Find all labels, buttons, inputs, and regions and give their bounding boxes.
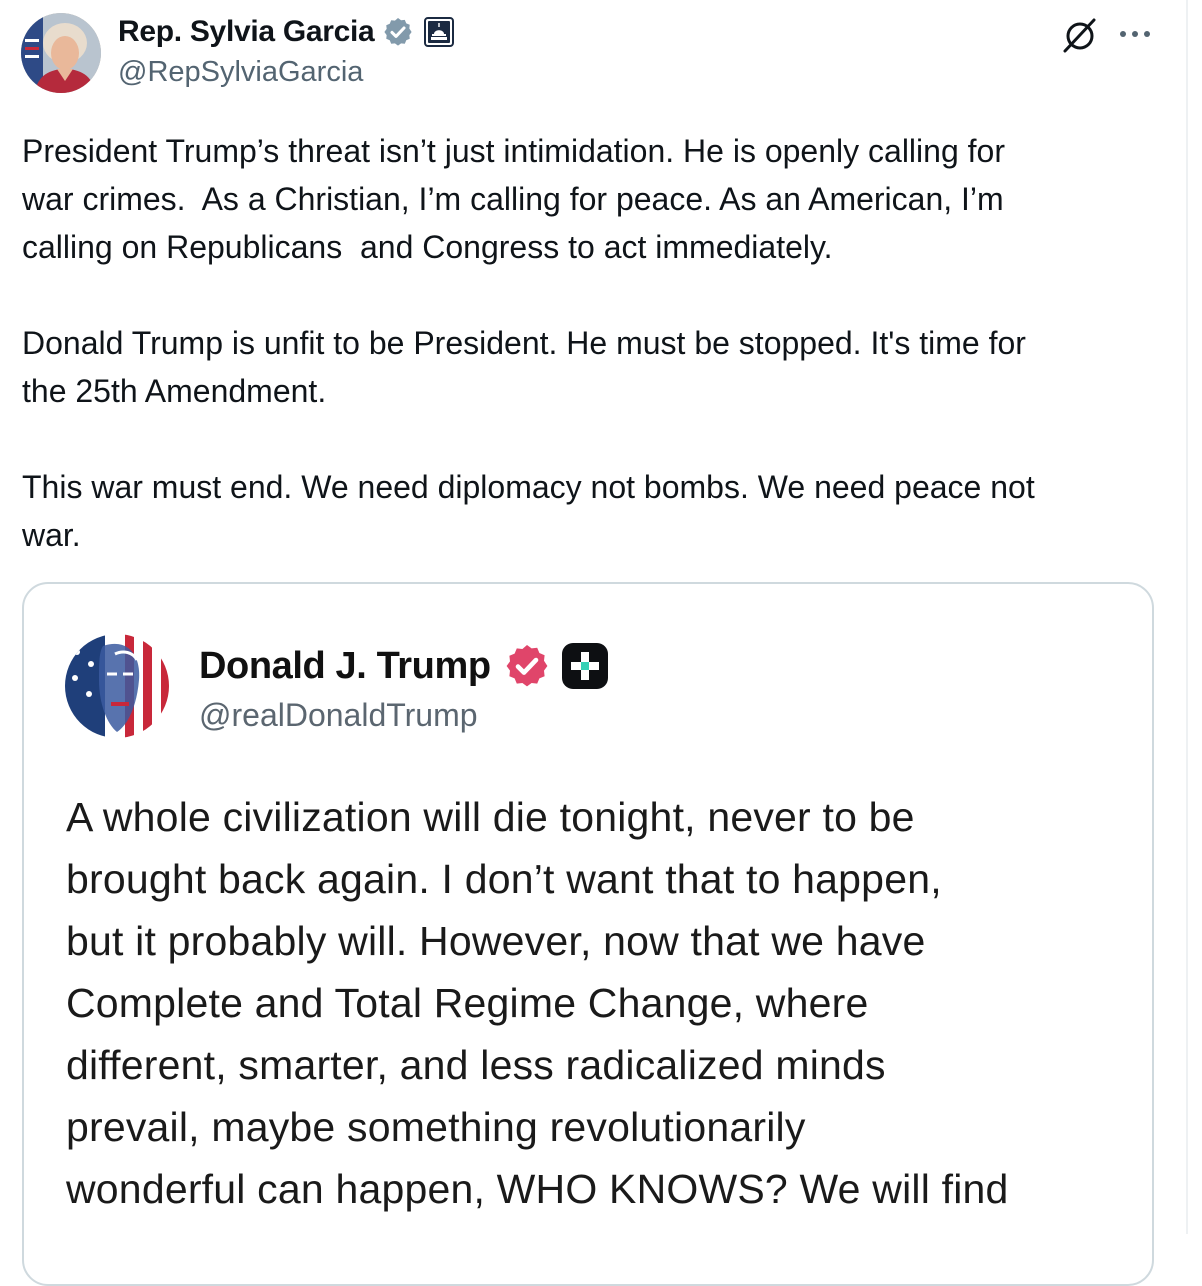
quoted-author-name[interactable]: Donald J. Trump bbox=[199, 642, 609, 690]
quoted-text-line: brought back again. I don’t want that to… bbox=[66, 856, 942, 902]
quoted-text-line: wonderful can happen, WHO KNOWS? We will… bbox=[66, 1166, 1009, 1212]
author-handle[interactable]: @RepSylviaGarcia bbox=[118, 56, 363, 89]
quoted-text-line: different, smarter, and less radicalized… bbox=[66, 1042, 886, 1088]
timeline-divider bbox=[1186, 0, 1188, 1234]
quoted-author-handle[interactable]: @realDonaldTrump bbox=[199, 697, 478, 734]
author-avatar[interactable] bbox=[21, 13, 101, 93]
quoted-author-avatar[interactable] bbox=[65, 634, 169, 738]
ellipsis-icon[interactable] bbox=[1117, 24, 1153, 44]
quoted-text-line: prevail, maybe something revolutionarily bbox=[66, 1104, 806, 1150]
us-capitol-icon[interactable] bbox=[424, 17, 455, 47]
red-verified-badge-icon bbox=[503, 642, 551, 690]
post-paragraph: President Trump’s threat isn’t just inti… bbox=[22, 133, 1005, 265]
plus-icon bbox=[561, 642, 609, 690]
quoted-author-display-name[interactable]: Donald J. Trump bbox=[199, 645, 491, 688]
post-text: President Trump’s threat isn’t just inti… bbox=[22, 127, 1172, 559]
author-display-name[interactable]: Rep. Sylvia Garcia bbox=[118, 15, 375, 49]
post-paragraph: Donald Trump is unfit to be President. H… bbox=[22, 325, 1026, 409]
quoted-text-line: A whole civilization will die tonight, n… bbox=[66, 794, 915, 840]
quoted-post-card[interactable]: Donald J. Trump @realDonaldTrump A whole… bbox=[22, 582, 1154, 1286]
slashed-circle-icon[interactable] bbox=[1060, 15, 1100, 55]
post-paragraph: This war must end. We need diplomacy not… bbox=[22, 469, 1035, 553]
quoted-text-line: but it probably will. However, now that … bbox=[66, 918, 926, 964]
quoted-post-text: A whole civilization will die tonight, n… bbox=[66, 786, 1126, 1220]
quoted-text-line: Complete and Total Regime Change, where bbox=[66, 980, 869, 1026]
post[interactable]: Rep. Sylvia Garcia @RepSylviaGarcia Pres… bbox=[0, 0, 1186, 1286]
author-name[interactable]: Rep. Sylvia Garcia bbox=[118, 15, 455, 49]
gray-verified-badge-icon[interactable] bbox=[382, 16, 414, 48]
